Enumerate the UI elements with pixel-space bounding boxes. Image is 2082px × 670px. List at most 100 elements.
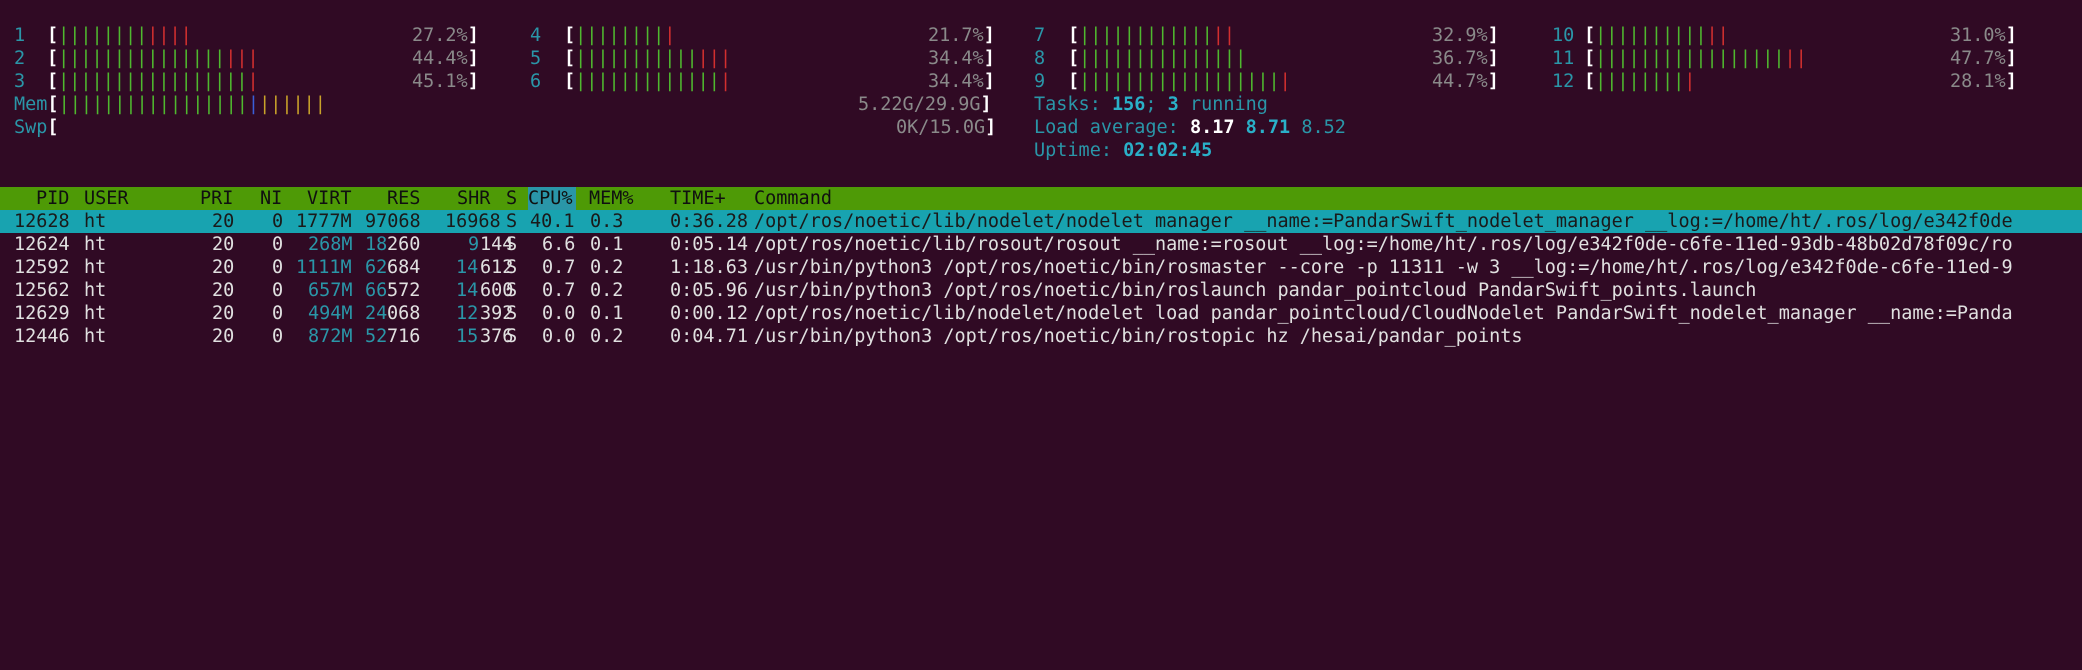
col-pri[interactable]: PRI	[200, 187, 233, 210]
proc-res-lo: 684	[387, 257, 421, 278]
proc-mem: 0.2	[590, 280, 624, 301]
process-row[interactable]: 12446 ht 20 0 872M 52 716 15 376 S 0.0 0…	[0, 325, 2082, 348]
cpu-bar-6: [||||||||||||||	[564, 71, 732, 92]
cpu-bar-4: [|||||||||	[564, 25, 676, 46]
proc-pri: 20	[212, 234, 235, 255]
proc-state: S	[506, 326, 518, 347]
proc-cpu: 6.6	[542, 234, 576, 255]
cpu-pct-1: 27.2%]	[412, 25, 479, 46]
proc-virt: 872M	[308, 326, 353, 347]
cpu-pct-7: 32.9%]	[1432, 25, 1499, 46]
proc-res: 97068	[365, 211, 421, 232]
proc-time: 0:36.28	[670, 211, 748, 232]
proc-mem: 0.3	[590, 211, 624, 232]
proc-shr-hi: 15	[456, 326, 479, 347]
col-mem[interactable]: MEM%	[589, 187, 634, 210]
cpu-pct-11: 47.7%]	[1950, 48, 2017, 69]
proc-cpu: 40.1	[530, 211, 575, 232]
proc-ni: 0	[272, 326, 284, 347]
cpu-meter-5: 5	[530, 48, 542, 69]
cpu-bar-2: [||||||||||||||||||	[47, 48, 259, 69]
proc-ni: 0	[272, 211, 284, 232]
cpu-pct-12: 28.1%]	[1950, 71, 2017, 92]
cpu-bar-1: [||||||||||||	[47, 25, 192, 46]
proc-state: S	[506, 257, 518, 278]
cpu-meter-7: 7	[1034, 25, 1046, 46]
col-virt[interactable]: VIRT	[307, 187, 352, 210]
proc-pid: 12628	[14, 211, 70, 232]
proc-shr-hi: 14	[456, 280, 479, 301]
proc-virt: 1111M	[296, 257, 352, 278]
col-ni[interactable]: NI	[260, 187, 282, 210]
swap-value: 0K/15.0G]	[896, 117, 997, 138]
proc-res-hi: 52	[365, 326, 388, 347]
htop-terminal: { "cpus": [ {"id":"1","green":"||||||||"…	[0, 0, 2082, 422]
col-user[interactable]: USER	[84, 187, 129, 210]
proc-pid: 12624	[14, 234, 70, 255]
load-average: Load average: 8.17 8.71 8.52	[1034, 117, 1346, 138]
proc-time: 0:05.96	[670, 280, 748, 301]
cpu-meter-6: 6	[530, 71, 542, 92]
cpu-meter-11: 11	[1552, 48, 1575, 69]
proc-pid: 12629	[14, 303, 70, 324]
col-res[interactable]: RES	[387, 187, 420, 210]
col-state[interactable]: S	[506, 187, 517, 210]
cpu-meter-12: 12	[1552, 71, 1575, 92]
mem-value: 5.22G/29.9G]	[858, 94, 992, 115]
proc-virt: 494M	[308, 303, 353, 324]
col-shr[interactable]: SHR	[457, 187, 490, 210]
proc-shr-hi: 12	[456, 303, 479, 324]
cpu-bar-3: [||||||||||||||||||	[47, 71, 259, 92]
cpu-bar-12: [|||||||||	[1584, 71, 1696, 92]
process-row-selected[interactable]: 12628 ht 20 0 1777M 97068 16968 S 40.1 0…	[0, 210, 2082, 233]
col-pid[interactable]: PID	[36, 187, 69, 210]
cpu-pct-8: 36.7%]	[1432, 48, 1499, 69]
proc-time: 0:04.71	[670, 326, 748, 347]
col-time[interactable]: TIME+	[670, 187, 726, 210]
proc-res-hi: 18	[365, 234, 388, 255]
proc-shr-hi: 9	[468, 234, 480, 255]
proc-state: S	[506, 303, 518, 324]
tasks-summary: Tasks: 156; 3 running	[1034, 94, 1268, 115]
proc-mem: 0.2	[590, 326, 624, 347]
proc-res-lo: 716	[387, 326, 421, 347]
proc-command: /usr/bin/python3 /opt/ros/noetic/bin/ros…	[754, 280, 1757, 301]
proc-cpu: 0.0	[542, 326, 576, 347]
proc-user: ht	[84, 211, 107, 232]
proc-res-hi: 66	[365, 280, 388, 301]
col-cpu[interactable]: CPU%	[528, 187, 576, 210]
proc-res-lo: 572	[387, 280, 421, 301]
proc-command: /opt/ros/noetic/lib/nodelet/nodelet load…	[754, 303, 2013, 324]
proc-pri: 20	[212, 326, 235, 347]
proc-ni: 0	[272, 280, 284, 301]
cpu-pct-2: 44.4%]	[412, 48, 479, 69]
uptime: Uptime: 02:02:45	[1034, 140, 1213, 161]
cpu-meter-8: 8	[1034, 48, 1046, 69]
proc-command: /opt/ros/noetic/lib/rosout/rosout __name…	[754, 234, 2013, 255]
proc-command: /usr/bin/python3 /opt/ros/noetic/bin/ros…	[754, 326, 1523, 347]
proc-mem: 0.2	[590, 257, 624, 278]
process-row[interactable]: 12592 ht 20 0 1111M 62 684 14 612 S 0.7 …	[0, 256, 2082, 279]
proc-user: ht	[84, 280, 107, 301]
swap-meter: Swp[	[14, 117, 59, 138]
proc-state: S	[506, 211, 518, 232]
proc-res-hi: 24	[365, 303, 388, 324]
proc-state: S	[506, 234, 518, 255]
proc-ni: 0	[272, 257, 284, 278]
proc-cpu: 0.0	[542, 303, 576, 324]
proc-res-hi: 62	[365, 257, 388, 278]
process-row[interactable]: 12562 ht 20 0 657M 66 572 14 600 S 0.7 0…	[0, 279, 2082, 302]
cpu-bar-9: [|||||||||||||||||||	[1068, 71, 1291, 92]
cpu-bar-10: [||||||||||||	[1584, 25, 1729, 46]
proc-ni: 0	[272, 303, 284, 324]
process-row[interactable]: 12624 ht 20 0 268M 18 260 9 144 S 6.6 0.…	[0, 233, 2082, 256]
proc-user: ht	[84, 234, 107, 255]
proc-pri: 20	[212, 257, 235, 278]
cpu-bar-8: [|||||||||||||||	[1068, 48, 1247, 69]
proc-pri: 20	[212, 280, 235, 301]
process-row[interactable]: 12629 ht 20 0 494M 24 068 12 392 S 0.0 0…	[0, 302, 2082, 325]
proc-virt: 657M	[308, 280, 353, 301]
process-table-header: PID USER PRI NI VIRT RES SHR S CPU% MEM%…	[0, 187, 2082, 210]
col-command[interactable]: Command	[754, 187, 832, 210]
proc-time: 0:00.12	[670, 303, 748, 324]
